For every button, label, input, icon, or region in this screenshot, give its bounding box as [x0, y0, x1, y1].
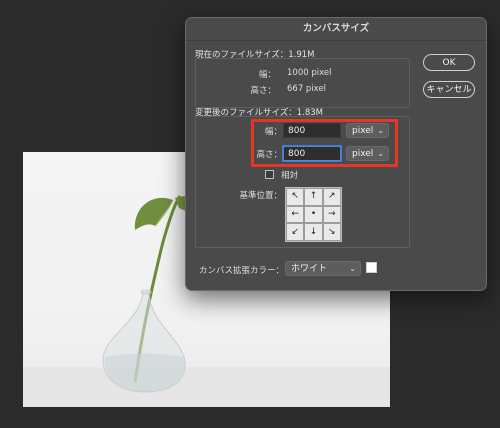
- arrow-up-icon[interactable]: ↑: [304, 188, 323, 206]
- cancel-button[interactable]: キャンセル: [423, 81, 475, 98]
- highlight-box: [251, 119, 398, 167]
- anchor-grid[interactable]: ↖ ↑ ↗ ← • → ↙ ↓ ↘: [285, 187, 342, 242]
- extension-color-select[interactable]: ホワイト ⌄: [285, 261, 361, 276]
- current-height-label: 高さ：: [250, 86, 276, 96]
- current-height-value: 667 pixel: [287, 84, 327, 94]
- arrow-left-icon[interactable]: ←: [286, 205, 305, 224]
- dialog-title: カンバスサイズ: [186, 18, 486, 41]
- arrow-right-icon[interactable]: →: [322, 205, 341, 224]
- ok-button[interactable]: OK: [423, 54, 475, 71]
- relative-label: 相対: [281, 171, 299, 181]
- anchor-label: 基準位置：: [239, 191, 282, 201]
- current-size-group: [195, 58, 410, 108]
- dot-icon[interactable]: •: [304, 205, 323, 224]
- arrow-up-left-icon[interactable]: ↖: [286, 188, 305, 206]
- arrow-down-right-icon[interactable]: ↘: [322, 223, 341, 241]
- extension-color-swatch[interactable]: [366, 262, 377, 273]
- extension-color-value: ホワイト: [291, 264, 328, 274]
- current-width-value: 1000 pixel: [287, 68, 332, 78]
- extension-color-label: カンバス拡張カラー：: [199, 266, 285, 276]
- current-width-label: 幅：: [258, 70, 276, 80]
- chevron-down-icon: ⌄: [349, 264, 356, 273]
- arrow-up-right-icon[interactable]: ↗: [322, 188, 341, 206]
- arrow-down-left-icon[interactable]: ↙: [286, 223, 305, 241]
- relative-checkbox[interactable]: [265, 170, 274, 179]
- arrow-down-icon[interactable]: ↓: [304, 223, 323, 241]
